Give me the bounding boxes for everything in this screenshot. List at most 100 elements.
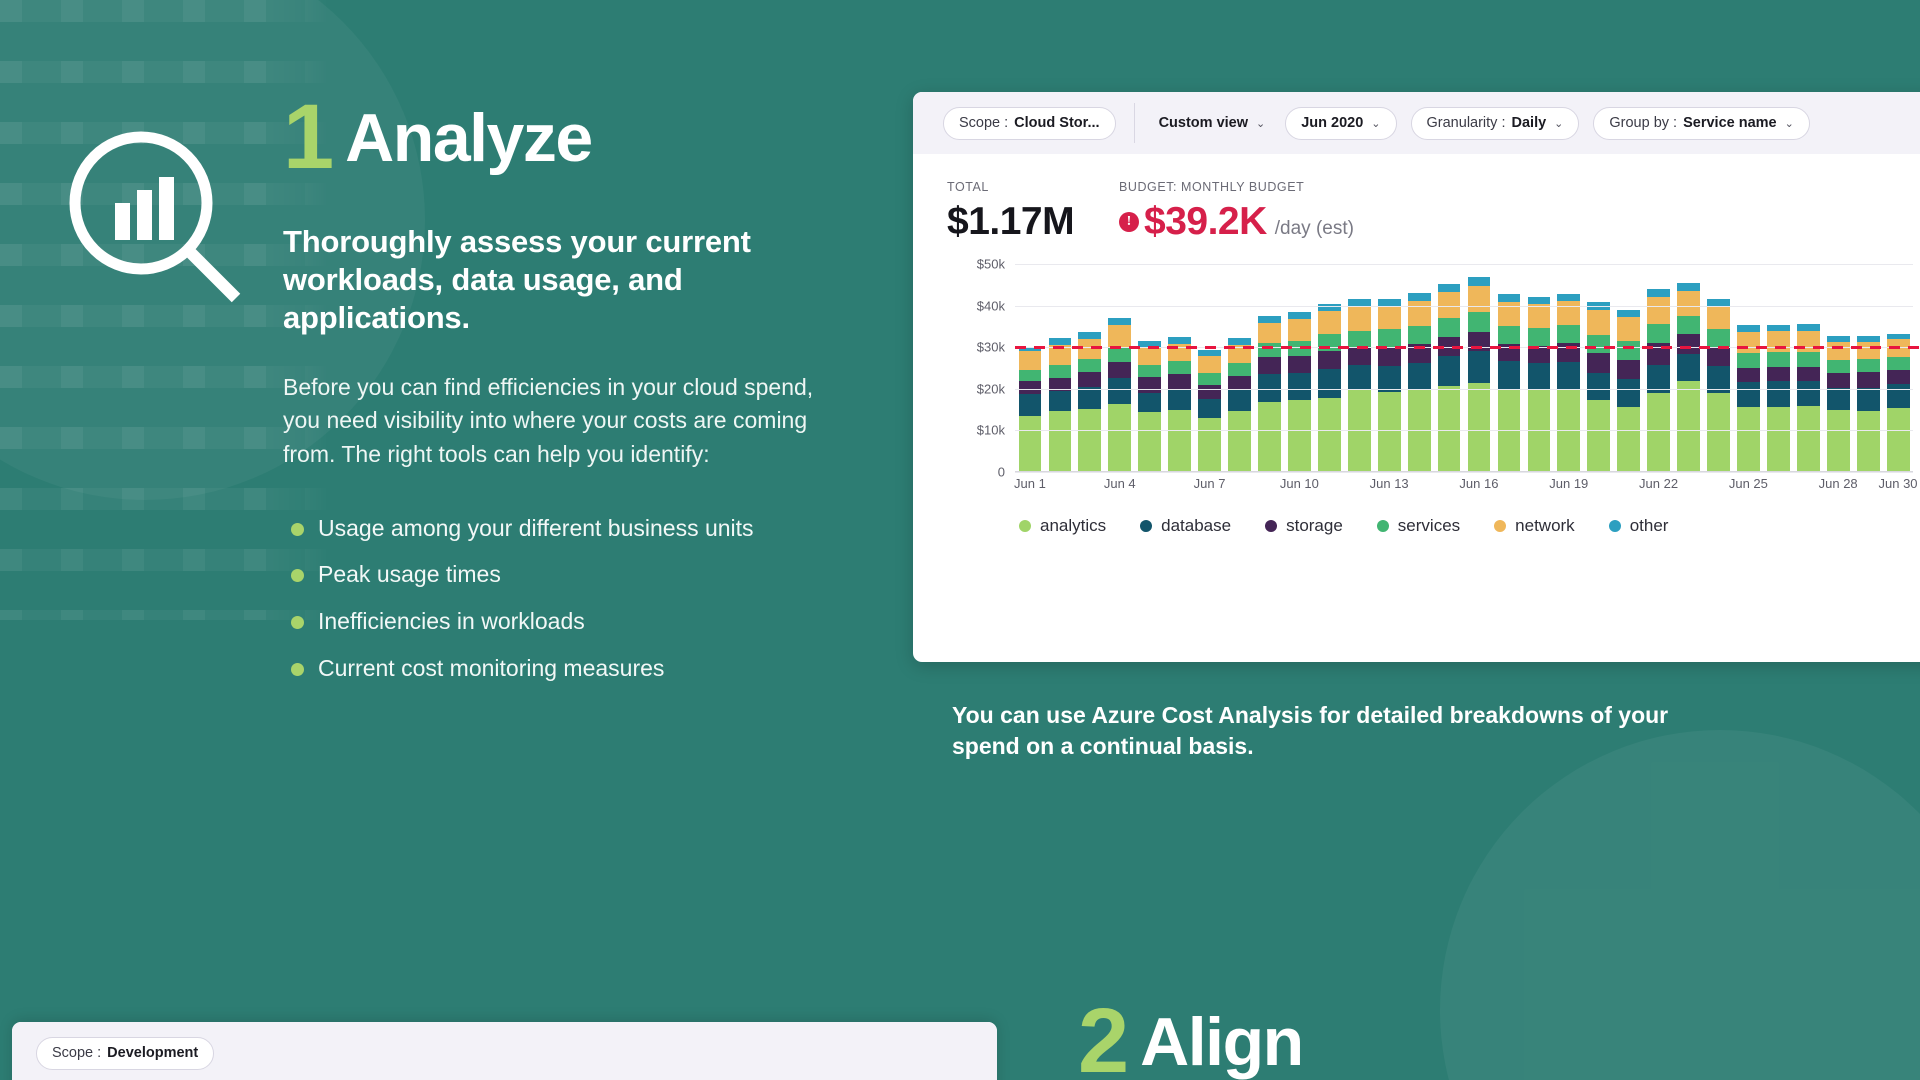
chart-bar-slot[interactable] — [1225, 264, 1255, 472]
legend-color-swatch — [1265, 520, 1278, 532]
chart-bar[interactable] — [1168, 336, 1192, 472]
chart-bar[interactable] — [1258, 315, 1281, 472]
chart-bar-slot[interactable] — [1105, 264, 1135, 472]
chart-bar[interactable] — [1228, 338, 1251, 472]
background-square — [244, 549, 266, 571]
chart-bar-slot[interactable] — [1494, 264, 1524, 472]
chart-bar-segment-services — [1707, 329, 1730, 348]
chart-bar-segment-other — [1527, 296, 1551, 304]
chart-bar[interactable] — [1677, 283, 1700, 472]
chart-bar-slot[interactable] — [1404, 264, 1434, 472]
chart-bar[interactable] — [1437, 284, 1461, 472]
slide-root: 1 Analyze Thoroughly assess your current… — [0, 0, 1920, 1080]
chart-bar-slot[interactable] — [1554, 264, 1584, 472]
chart-bar-segment-services — [1437, 317, 1461, 338]
chart-bar[interactable] — [1198, 349, 1221, 472]
chart-bar-slot[interactable] — [1045, 264, 1075, 472]
chart-bar-segment-storage — [1886, 369, 1910, 385]
toolbar-view-button[interactable]: Custom view ⌄ — [1153, 107, 1272, 140]
chart-bar-segment-storage — [1617, 359, 1641, 380]
chart-bar-slot[interactable] — [1195, 264, 1225, 472]
toolbar-scope-button[interactable]: Scope : Cloud Stor... — [943, 106, 1116, 140]
chart-bar[interactable] — [1138, 341, 1162, 472]
chart-bar[interactable] — [1288, 311, 1311, 472]
chart-bar[interactable] — [1048, 338, 1072, 472]
chart-bar-segment-services — [1617, 341, 1641, 360]
chart-bar[interactable] — [1018, 346, 1042, 472]
chart-bar-slot[interactable] — [1165, 264, 1195, 472]
legend-item-services[interactable]: services — [1376, 516, 1460, 536]
chart-bar-slot[interactable] — [1793, 264, 1823, 472]
legend-item-network[interactable]: network — [1494, 516, 1575, 536]
toolbar-period-button[interactable]: Jun 2020 ⌄ — [1285, 106, 1397, 140]
background-square — [122, 61, 144, 83]
chart-bar-slot[interactable] — [1314, 264, 1344, 472]
chart-bar-slot[interactable] — [1853, 264, 1883, 472]
chart-bar-segment-storage — [1767, 367, 1790, 381]
chart-bar-slot[interactable] — [1075, 264, 1105, 472]
background-square — [61, 427, 83, 449]
chart-bar[interactable] — [1527, 296, 1551, 472]
chart-bar-slot[interactable] — [1284, 264, 1314, 472]
legend-item-analytics[interactable]: analytics — [1019, 516, 1106, 536]
legend-item-other[interactable]: other — [1608, 516, 1668, 536]
chart-bar[interactable] — [1587, 301, 1611, 472]
chart-bar-segment-analytics — [1796, 406, 1820, 472]
background-square — [305, 61, 327, 83]
chart-bar-slot[interactable] — [1883, 264, 1913, 472]
chart-bar-segment-database — [1497, 361, 1521, 390]
chart-bar-slot[interactable] — [1015, 264, 1045, 472]
chart-bar[interactable] — [1497, 294, 1521, 472]
toolbar-groupby-label: Group by : — [1609, 115, 1678, 131]
chart-bar[interactable] — [1647, 288, 1671, 472]
chart-bar-slot[interactable] — [1464, 264, 1494, 472]
chart-bar-slot[interactable] — [1674, 264, 1704, 472]
chart-bar-slot[interactable] — [1763, 264, 1793, 472]
toolbar-granularity-button[interactable]: Granularity : Daily ⌄ — [1410, 106, 1580, 140]
chart-bar-slot[interactable] — [1614, 264, 1644, 472]
chart-bar-slot[interactable] — [1344, 264, 1374, 472]
chart-bar[interactable] — [1707, 298, 1730, 472]
chart-bar-slot[interactable] — [1255, 264, 1285, 472]
chart-x-tick-label: Jun 13 — [1369, 476, 1409, 491]
toolbar-groupby-button[interactable]: Group by : Service name ⌄ — [1593, 106, 1810, 140]
chart-bar[interactable] — [1617, 309, 1641, 472]
headline-row: 1 Analyze — [283, 91, 863, 183]
chart-bar-slot[interactable] — [1644, 264, 1674, 472]
chart-bar-segment-database — [1826, 387, 1850, 411]
chart-bar-segment-other — [1288, 311, 1311, 319]
chart-bar-slot[interactable] — [1374, 264, 1404, 472]
background-square — [0, 610, 22, 632]
chart-bar-segment-network — [1317, 311, 1341, 334]
chart-bar-segment-database — [1796, 381, 1820, 407]
chart-bar-slot[interactable] — [1704, 264, 1734, 472]
chart-bar[interactable] — [1856, 336, 1880, 472]
chart-bar-slot[interactable] — [1524, 264, 1554, 472]
chart-bar-slot[interactable] — [1135, 264, 1165, 472]
card-body: TOTAL $1.17M BUDGET: MONTHLY BUDGET ! $3… — [913, 154, 1920, 536]
chart-bar-segment-services — [1856, 359, 1880, 373]
kpi-budget-value: $39.2K — [1144, 200, 1267, 243]
chart-bar[interactable] — [1407, 292, 1431, 472]
chart-bar-slot[interactable] — [1584, 264, 1614, 472]
chart-bar-segment-analytics — [1198, 417, 1221, 472]
toolbar-scope-label: Scope : — [959, 115, 1009, 131]
scope-pill-development[interactable]: Scope : Development — [36, 1036, 215, 1070]
chart-bar-slot[interactable] — [1823, 264, 1853, 472]
chart-x-tick-label: Jun 10 — [1279, 476, 1319, 491]
legend-item-database[interactable]: database — [1140, 516, 1231, 536]
chart-bar-segment-services — [1377, 329, 1401, 348]
chart-bar[interactable] — [1557, 293, 1581, 472]
chart-bar[interactable] — [1886, 333, 1910, 472]
chart-bar[interactable] — [1377, 298, 1401, 472]
chart-bar-slot[interactable] — [1734, 264, 1764, 472]
chart-bar[interactable] — [1108, 317, 1132, 472]
chart-bar-segment-storage — [1796, 367, 1820, 382]
background-square — [122, 366, 144, 388]
chart-bar-slot[interactable] — [1434, 264, 1464, 472]
chart-bar[interactable] — [1078, 332, 1102, 472]
chart-bar[interactable] — [1347, 299, 1371, 472]
chart-x-tick-label: Jun 4 — [1103, 476, 1136, 491]
legend-item-storage[interactable]: storage — [1265, 516, 1343, 536]
chart-bar[interactable] — [1826, 335, 1850, 472]
